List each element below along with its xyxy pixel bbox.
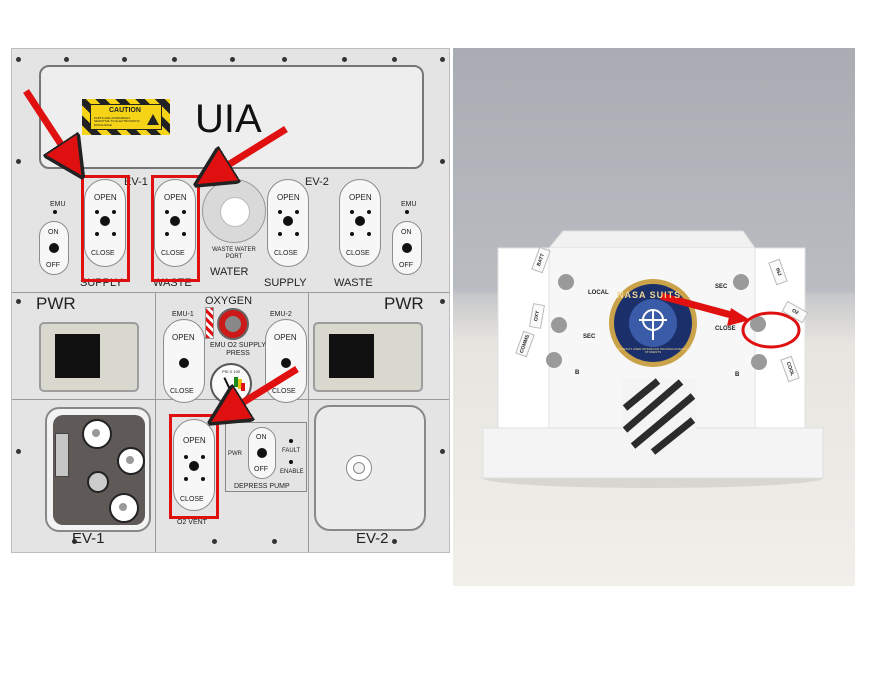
badge-subtitle: SPACESUIT USER INTERFACE TECHNOLOGIES FO…	[615, 347, 691, 354]
red-arrow-icon	[23, 89, 72, 161]
vent-grille	[621, 378, 696, 458]
sec-label: SEC	[715, 284, 728, 290]
local-label: LOCAL	[588, 290, 609, 296]
highlight-arrows	[23, 89, 299, 553]
red-arrow-icon	[212, 126, 288, 175]
b-label: B	[575, 370, 580, 376]
badge-title: NASA SUITS	[617, 290, 682, 300]
close-label: CLOSE	[715, 326, 736, 332]
b-label: B	[735, 372, 740, 378]
sec-label: SEC	[583, 334, 596, 340]
uia-panel-diagram: CAUTION PARTS ARE ASSEMBLIES SENSITIVE T…	[11, 48, 450, 553]
red-arrow-icon	[226, 366, 299, 413]
uia-hardware-photo: NASA SUITS SPACESUIT USER INTERFACE TECH…	[453, 48, 855, 586]
